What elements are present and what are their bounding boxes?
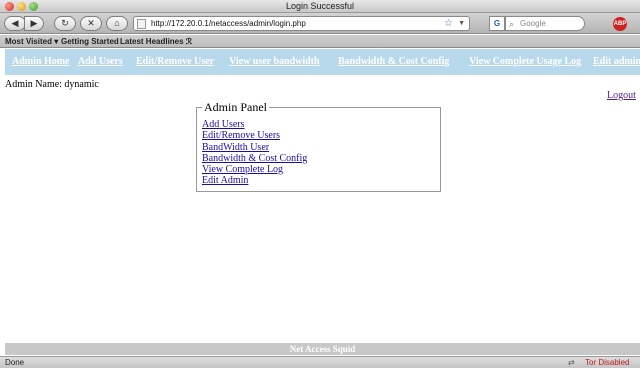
panel-link-edit-remove-users[interactable]: Edit/Remove Users bbox=[202, 130, 307, 141]
bookmark-most-visited[interactable]: Most Visited ▾ bbox=[5, 35, 58, 48]
panel-link-edit-admin[interactable]: Edit Admin bbox=[202, 175, 307, 186]
reload-button[interactable]: ↻ bbox=[54, 16, 76, 31]
nav-view-complete-usage-log[interactable]: View Complete Usage Log bbox=[469, 49, 581, 75]
panel-link-list: Add Users Edit/Remove Users BandWidth Us… bbox=[202, 119, 307, 187]
title-bar: Login Successful bbox=[0, 0, 640, 13]
url-text[interactable]: http://172.20.0.1/netaccess/admin/login.… bbox=[151, 17, 306, 30]
stop-button[interactable]: ✕ bbox=[80, 16, 102, 31]
page-footer: Net Access Squid bbox=[5, 343, 640, 355]
search-placeholder: Google bbox=[520, 19, 546, 28]
nav-edit-admin[interactable]: Edit admin bbox=[593, 49, 640, 75]
search-input[interactable]: ⌕ Google bbox=[505, 16, 585, 31]
address-bar[interactable]: http://172.20.0.1/netaccess/admin/login.… bbox=[133, 16, 470, 31]
forward-arrow-icon: ▶ bbox=[30, 18, 38, 28]
nav-edit-remove-user[interactable]: Edit/Remove User bbox=[136, 49, 214, 75]
status-text: Done bbox=[5, 358, 25, 367]
panel-link-bandwidth-cost-config[interactable]: Bandwidth & Cost Config bbox=[202, 153, 307, 164]
bookmark-star-icon[interactable]: ☆ bbox=[444, 17, 453, 30]
home-button[interactable]: ⌂ bbox=[106, 16, 128, 31]
bookmarks-bar: Most Visited ▾ Getting Started Latest He… bbox=[0, 35, 640, 48]
adblock-plus-icon[interactable]: ABP bbox=[613, 17, 627, 31]
back-button[interactable]: ◀ bbox=[4, 16, 26, 31]
tor-status-button[interactable]: Tor Disabled bbox=[585, 357, 629, 368]
reload-icon: ↻ bbox=[61, 18, 69, 28]
admin-name-label: Admin Name: dynamic bbox=[5, 79, 99, 90]
nav-add-users[interactable]: Add Users bbox=[78, 49, 123, 75]
url-dropdown-icon[interactable]: ▼ bbox=[458, 17, 465, 30]
google-icon: G bbox=[493, 19, 501, 28]
page-nav-bar: Admin Home Add Users Edit/Remove User Vi… bbox=[5, 49, 640, 75]
network-activity-icon: ⇄ bbox=[568, 358, 575, 367]
panel-title: Admin Panel bbox=[202, 100, 269, 114]
nav-bandwidth-cost-config[interactable]: Bandwidth & Cost Config bbox=[338, 49, 449, 75]
admin-panel: Admin Panel Add Users Edit/Remove Users … bbox=[196, 101, 441, 192]
page-icon bbox=[137, 19, 146, 29]
status-bar: Done ⇄ Tor Disabled bbox=[0, 356, 640, 368]
bookmark-latest-headlines[interactable]: Latest Headlines ℛ bbox=[120, 35, 192, 48]
home-icon: ⌂ bbox=[114, 18, 120, 28]
back-arrow-icon: ◀ bbox=[11, 18, 19, 28]
logout-link[interactable]: Logout bbox=[607, 90, 636, 101]
panel-link-bandwidth-user[interactable]: BandWidth User bbox=[202, 142, 307, 153]
search-icon: ⌕ bbox=[509, 19, 515, 29]
nav-view-user-bandwidth[interactable]: View user bandwidth bbox=[229, 49, 320, 75]
panel-link-view-complete-log[interactable]: View Complete Log bbox=[202, 164, 307, 175]
bookmark-getting-started[interactable]: Getting Started bbox=[61, 35, 119, 48]
nav-admin-home[interactable]: Admin Home bbox=[12, 49, 70, 75]
window-title: Login Successful bbox=[285, 1, 355, 11]
search-engine-selector[interactable]: G bbox=[489, 16, 505, 31]
stop-icon: ✕ bbox=[87, 18, 95, 28]
panel-link-add-users[interactable]: Add Users bbox=[202, 119, 307, 130]
navigation-toolbar: ◀ ▶ ↻ ✕ ⌂ http://172.20.0.1/netaccess/ad… bbox=[0, 13, 640, 34]
forward-button[interactable]: ▶ bbox=[24, 16, 44, 31]
